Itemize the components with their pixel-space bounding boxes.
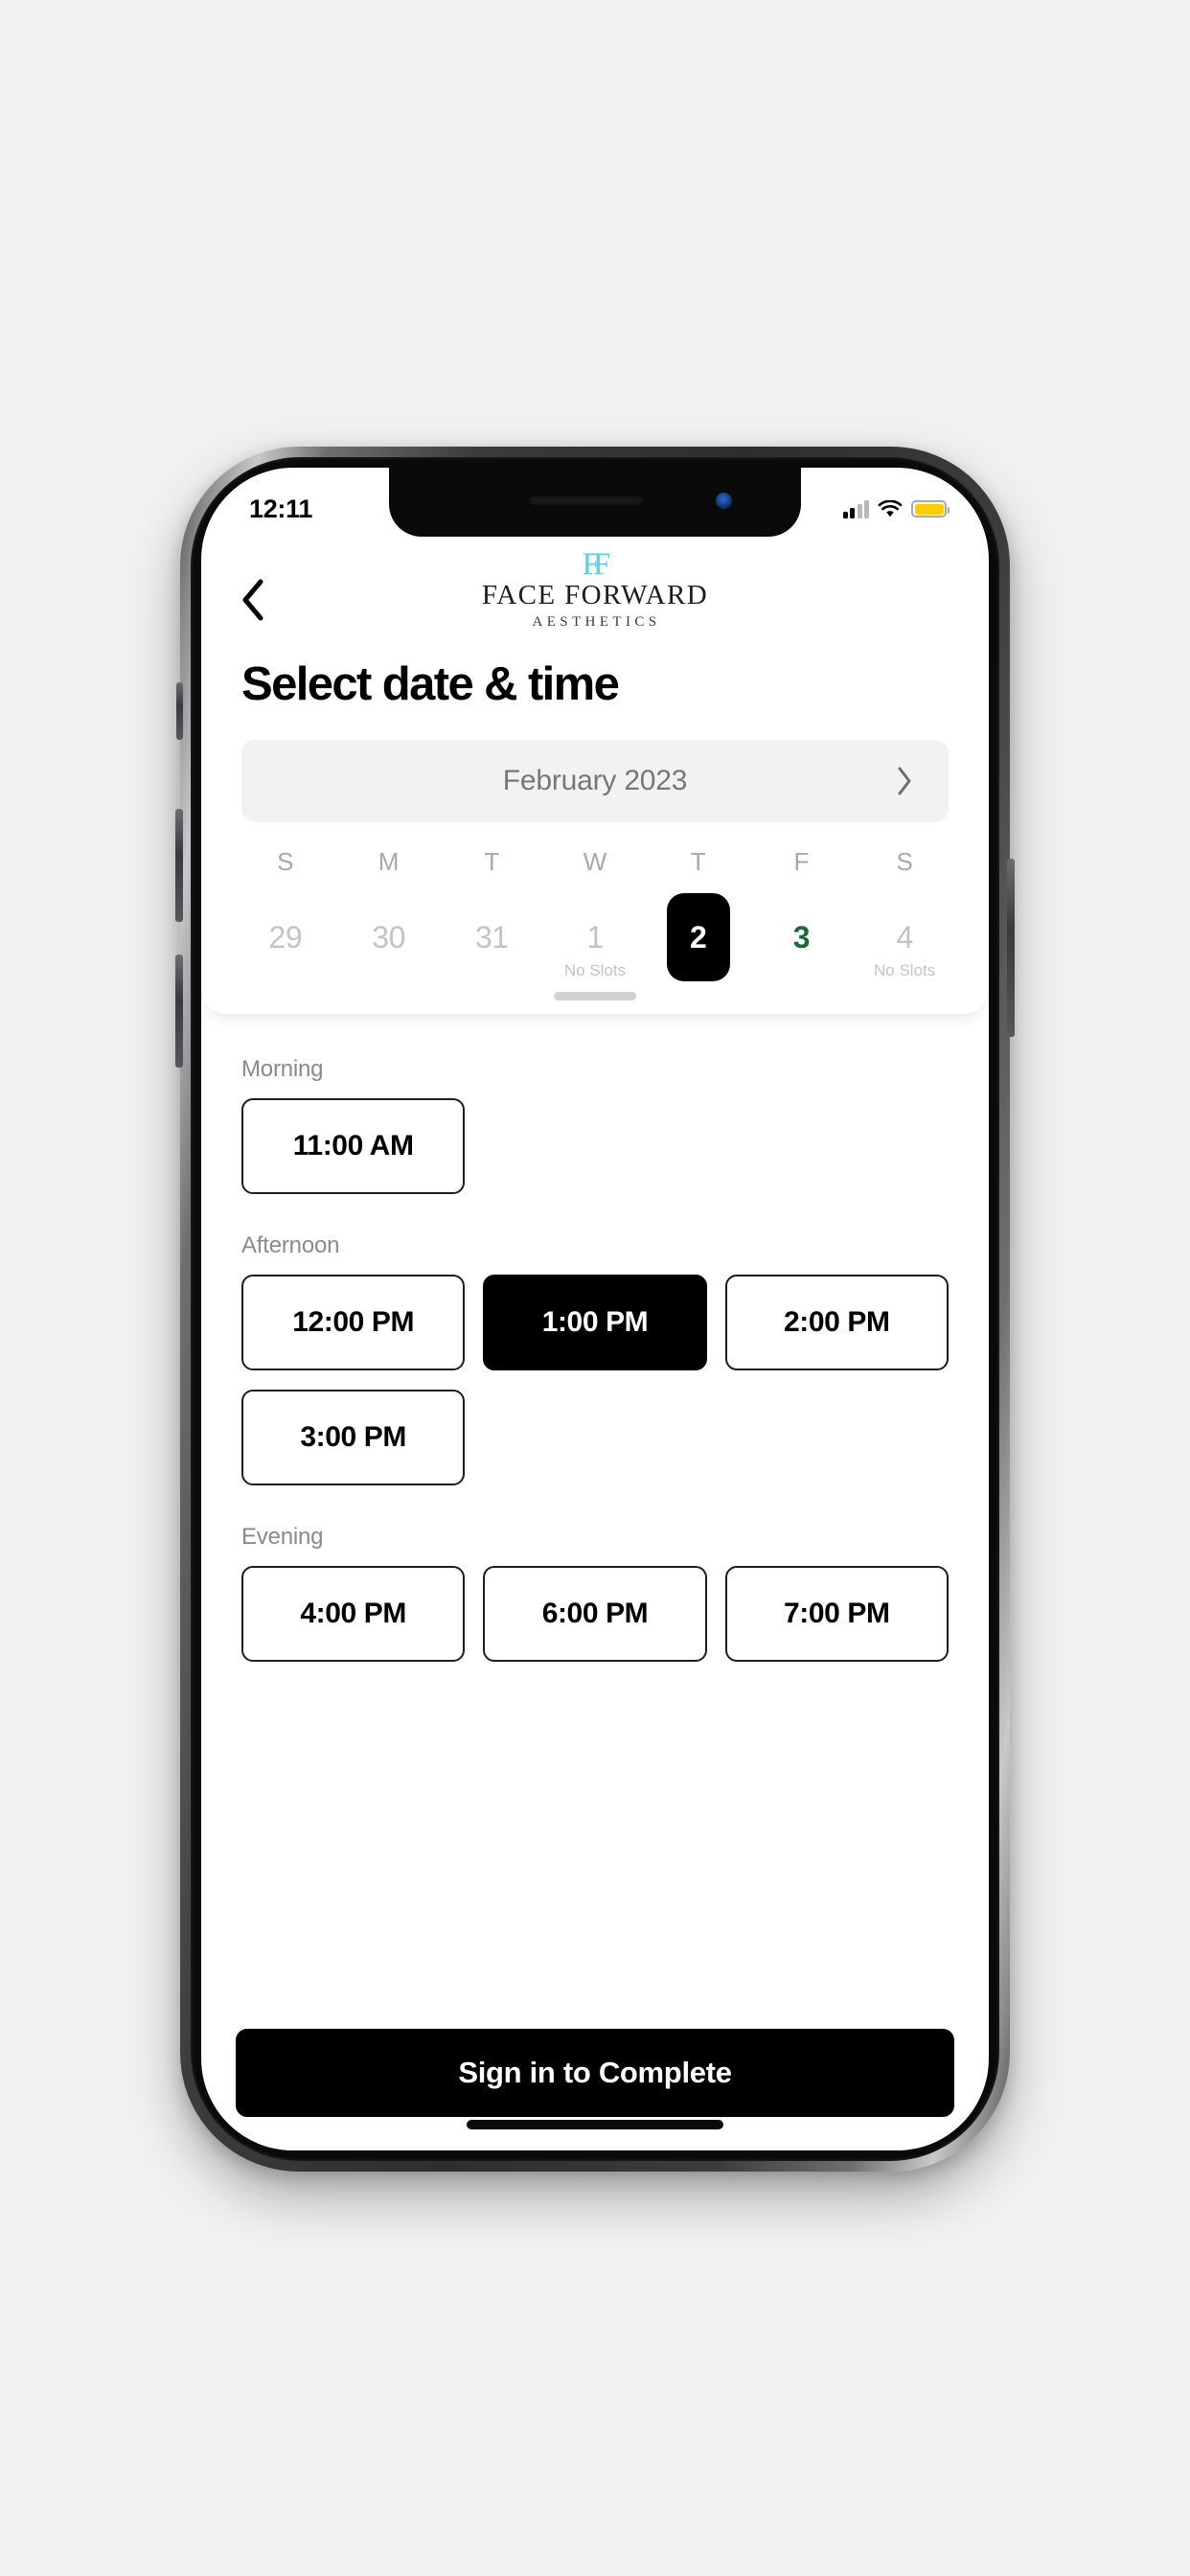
time-slots-area: Morning 11:00 AM Afternoon 12:00 PM 1:00 PM 2… [201,1014,989,2004]
wifi-icon [878,499,903,517]
calendar-day-29[interactable]: 29 [234,886,337,988]
chevron-right-icon [898,767,911,795]
time-slot-button[interactable]: 3:00 PM [241,1390,466,1485]
cellular-signal-icon [842,499,869,518]
status-bar-indicators [842,499,950,518]
calendar-day-number: 1 [586,919,604,954]
calendar-day-note: No Slots [874,961,936,979]
slot-grid: 11:00 AM [241,1098,949,1194]
month-label: February 2023 [502,765,688,796]
calendar-day-number: 3 [792,919,811,954]
slot-group-evening: Evening 4:00 PM 6:00 PM 7:00 PM [241,1524,949,1662]
calendar-weekday: S [277,847,294,876]
calendar-weekday: T [484,847,500,876]
volume-down-button[interactable] [175,954,183,1068]
app-header: FF FACE FORWARD AESTHETICS [201,540,989,644]
slot-group-morning: Morning 11:00 AM [241,1056,949,1194]
calendar-weekday: S [896,847,913,876]
calendar-day-4[interactable]: 4 No Slots [853,886,956,988]
calendar-card: February 2023 S M T W T F S 29 30 31 1 No Slots 2 3 4… [201,740,989,1014]
calendar-day-pill: 2 [666,893,730,981]
time-slot-button[interactable]: 2:00 PM [724,1275,949,1370]
calendar-day-2[interactable]: 2 [647,886,750,988]
phone-device: 12:11 FF FACE FORWARD AESTHETICS Select … [175,447,1015,2172]
time-slot-button[interactable]: 11:00 AM [241,1098,466,1194]
slot-grid: 4:00 PM 6:00 PM 7:00 PM [241,1566,949,1662]
back-button[interactable] [226,573,280,627]
logo-monogram-icon: FF [582,547,611,582]
slot-group-afternoon: Afternoon 12:00 PM 1:00 PM 2:00 PM 3:00 PM [241,1232,949,1485]
time-slot-button[interactable]: 6:00 PM [483,1566,707,1662]
calendar-drag-handle[interactable] [554,992,636,1000]
calendar-weekday-header: SMTWTFS [234,847,956,877]
calendar-day-1[interactable]: 1 No Slots [543,886,647,988]
display-notch [389,468,801,537]
sign-in-to-complete-button[interactable]: Sign in to Complete [236,2029,954,2117]
logo-name: FACE FORWARD [481,580,709,611]
calendar-day-3[interactable]: 3 [750,886,854,988]
silence-switch-button[interactable] [176,682,183,740]
earpiece-speaker-icon [529,496,643,505]
calendar-day-30[interactable]: 30 [337,886,441,988]
home-indicator[interactable] [467,2120,723,2129]
brand-logo: FF FACE FORWARD AESTHETICS [451,548,739,631]
slot-group-label: Evening [241,1524,324,1550]
calendar-day-pill: 30 [357,893,421,981]
calendar-day-number: 2 [690,919,707,954]
calendar-day-row: 29 30 31 1 No Slots 2 3 4 No Slots [234,886,956,988]
month-selector[interactable]: February 2023 [241,740,949,822]
battery-icon [911,500,950,518]
logo-subtitle: AESTHETICS [532,614,661,631]
calendar-day-number: 29 [268,919,303,954]
slot-group-label: Afternoon [241,1232,340,1258]
chevron-left-icon [242,579,263,621]
app-content: FF FACE FORWARD AESTHETICS Select date &… [201,468,989,2150]
power-button[interactable] [1007,859,1015,1037]
calendar-day-pill: 3 [769,893,833,981]
calendar-weekday: W [583,847,607,876]
page-title: Select date & time [241,658,620,710]
slot-group-label: Morning [241,1056,324,1082]
calendar-day-note: No Slots [563,961,627,979]
calendar-day-pill: 29 [254,893,317,981]
calendar-day-number: 30 [372,919,405,954]
calendar-weekday: T [690,847,706,876]
calendar-day-number: 4 [896,919,913,954]
volume-up-button[interactable] [175,809,183,922]
calendar-weekday: M [378,847,400,876]
time-slot-button[interactable]: 1:00 PM [483,1275,707,1370]
time-slot-button[interactable]: 4:00 PM [241,1566,466,1662]
time-slot-button[interactable]: 7:00 PM [724,1566,949,1662]
calendar-day-number: 31 [474,919,509,954]
slot-grid: 12:00 PM 1:00 PM 2:00 PM 3:00 PM [241,1275,949,1485]
calendar-day-31[interactable]: 31 [440,886,543,988]
phone-screen: 12:11 FF FACE FORWARD AESTHETICS Select … [201,468,989,2150]
time-slot-button[interactable]: 12:00 PM [241,1275,466,1370]
front-camera-icon [716,493,732,509]
next-month-button[interactable] [885,762,924,800]
calendar-weekday: F [793,847,810,876]
calendar-day-pill: 31 [460,893,523,981]
status-bar-time: 12:11 [249,494,313,523]
